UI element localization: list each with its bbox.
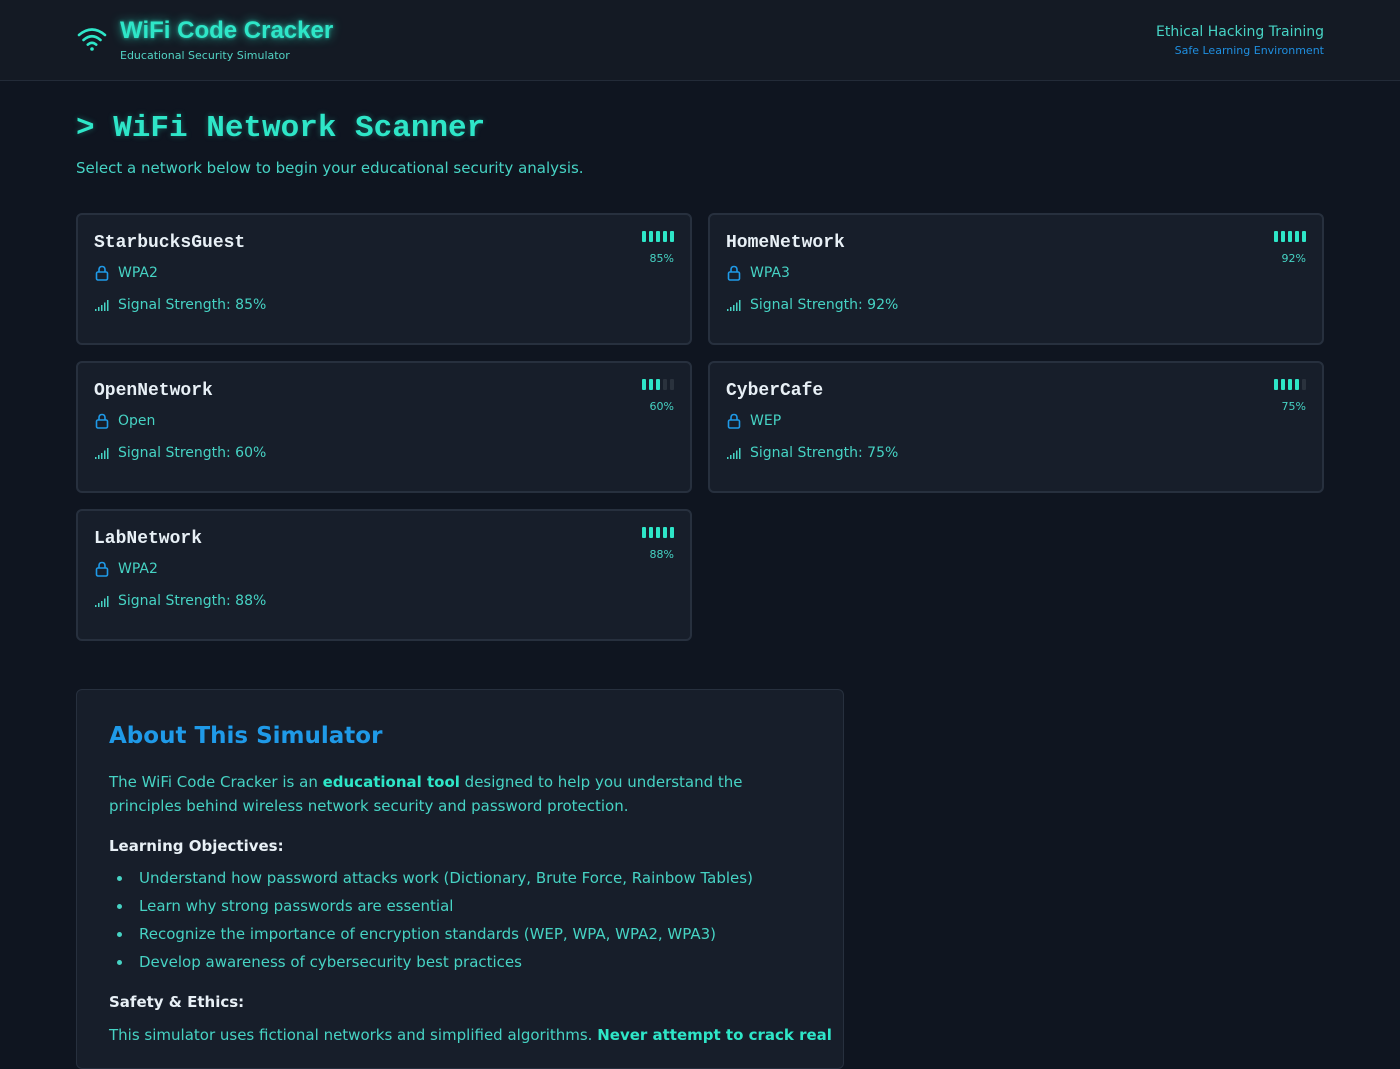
security-type: WPA2 xyxy=(118,265,158,281)
signal-bar xyxy=(656,527,660,538)
security-type: Open xyxy=(118,413,156,429)
signal-bar xyxy=(1288,379,1292,390)
network-card[interactable]: HomeNetwork WPA3 Signal Strength: 92% 92% xyxy=(708,213,1324,345)
signal-icon xyxy=(95,596,109,607)
security-type: WPA2 xyxy=(118,561,158,577)
signal-percent: 85% xyxy=(649,252,674,265)
security-row: Open xyxy=(94,413,155,429)
signal-strength-label: Signal Strength: 60% xyxy=(118,445,267,461)
signal-bar xyxy=(649,527,653,538)
signal-row: Signal Strength: 92% xyxy=(726,297,898,313)
signal-icon xyxy=(95,448,109,459)
objectives-heading: Learning Objectives: xyxy=(109,837,284,855)
signal-bar xyxy=(1302,379,1306,390)
network-name: CyberCafe xyxy=(726,381,824,401)
safety-text: This simulator uses fictional networks a… xyxy=(109,1023,832,1047)
safe-environment-label: Safe Learning Environment xyxy=(1174,44,1324,57)
signal-strength-label: Signal Strength: 92% xyxy=(750,297,899,313)
signal-row: Signal Strength: 88% xyxy=(94,593,266,609)
signal-bar xyxy=(649,379,653,390)
security-type: WPA3 xyxy=(750,265,790,281)
list-item: Learn why strong passwords are essential xyxy=(109,894,753,922)
about-intro: The WiFi Code Cracker is an educational … xyxy=(109,770,819,818)
signal-bar xyxy=(1274,379,1278,390)
signal-percent: 60% xyxy=(649,400,674,413)
signal-strength-label: Signal Strength: 75% xyxy=(750,445,899,461)
signal-row: Signal Strength: 75% xyxy=(726,445,898,461)
signal-bar xyxy=(670,231,674,242)
signal-strength-label: Signal Strength: 85% xyxy=(118,297,267,313)
network-card[interactable]: OpenNetwork Open Signal Strength: 60% 60% xyxy=(76,361,692,493)
list-item: Recognize the importance of encryption s… xyxy=(109,922,753,950)
signal-icon xyxy=(727,448,741,459)
intro-emphasis: educational tool xyxy=(322,773,460,791)
signal-strength-label: Signal Strength: 88% xyxy=(118,593,267,609)
signal-bar xyxy=(670,379,674,390)
network-card[interactable]: StarbucksGuest WPA2 Signal Strength: 85% 85… xyxy=(76,213,692,345)
signal-bar xyxy=(670,527,674,538)
app-subtitle: Educational Security Simulator xyxy=(120,49,290,62)
lock-icon xyxy=(95,265,109,281)
signal-percent: 88% xyxy=(649,548,674,561)
signal-bars xyxy=(1274,379,1306,390)
objectives-list: Understand how password attacks work (Di… xyxy=(109,866,753,978)
signal-icon xyxy=(95,300,109,311)
list-item: Develop awareness of cybersecurity best … xyxy=(109,950,753,978)
page-title: > WiFi Network Scanner xyxy=(76,111,486,146)
signal-bar xyxy=(1281,231,1285,242)
lock-icon xyxy=(95,561,109,577)
safety-text-start: This simulator uses fictional networks a… xyxy=(109,1026,598,1044)
signal-bars xyxy=(642,379,674,390)
list-item: Understand how password attacks work (Di… xyxy=(109,866,753,894)
page-subtitle: Select a network below to begin your edu… xyxy=(76,159,584,177)
signal-bar xyxy=(656,231,660,242)
signal-bar xyxy=(1295,379,1299,390)
security-row: WPA3 xyxy=(726,265,790,281)
security-row: WEP xyxy=(726,413,781,429)
network-name: OpenNetwork xyxy=(94,381,213,401)
security-row: WPA2 xyxy=(94,561,158,577)
lock-icon xyxy=(727,413,741,429)
network-card[interactable]: LabNetwork WPA2 Signal Strength: 88% 88% xyxy=(76,509,692,641)
signal-bar xyxy=(1288,231,1292,242)
training-label: Ethical Hacking Training xyxy=(1156,24,1324,40)
signal-bar xyxy=(1281,379,1285,390)
signal-percent: 75% xyxy=(1281,400,1306,413)
lock-icon xyxy=(95,413,109,429)
signal-row: Signal Strength: 60% xyxy=(94,445,266,461)
signal-bar xyxy=(1295,231,1299,242)
network-name: LabNetwork xyxy=(94,529,203,549)
security-row: WPA2 xyxy=(94,265,158,281)
signal-bar xyxy=(1302,231,1306,242)
signal-bar xyxy=(642,379,646,390)
signal-bars xyxy=(1274,231,1306,242)
signal-bars xyxy=(642,527,674,538)
network-card[interactable]: CyberCafe WEP Signal Strength: 75% 75% xyxy=(708,361,1324,493)
signal-bar xyxy=(1274,231,1278,242)
app-header: WiFi Code Cracker Educational Security S… xyxy=(0,0,1400,81)
intro-text: The WiFi Code Cracker is an xyxy=(109,773,323,791)
signal-bar xyxy=(649,231,653,242)
signal-bar xyxy=(642,231,646,242)
signal-percent: 92% xyxy=(1281,252,1306,265)
about-panel: About This Simulator The WiFi Code Crack… xyxy=(76,689,844,1069)
safety-heading: Safety & Ethics: xyxy=(109,993,245,1011)
signal-bars xyxy=(642,231,674,242)
security-type: WEP xyxy=(750,413,782,429)
signal-bar xyxy=(663,379,667,390)
about-title: About This Simulator xyxy=(109,723,383,749)
lock-icon xyxy=(727,265,741,281)
signal-bar xyxy=(663,231,667,242)
signal-row: Signal Strength: 85% xyxy=(94,297,266,313)
network-name: HomeNetwork xyxy=(726,233,845,253)
signal-bar xyxy=(663,527,667,538)
wifi-icon xyxy=(77,28,107,51)
signal-icon xyxy=(727,300,741,311)
signal-bar xyxy=(656,379,660,390)
safety-emphasis: Never attempt to crack real xyxy=(597,1026,832,1044)
app-title: WiFi Code Cracker xyxy=(120,17,334,44)
network-name: StarbucksGuest xyxy=(94,233,246,253)
signal-bar xyxy=(642,527,646,538)
